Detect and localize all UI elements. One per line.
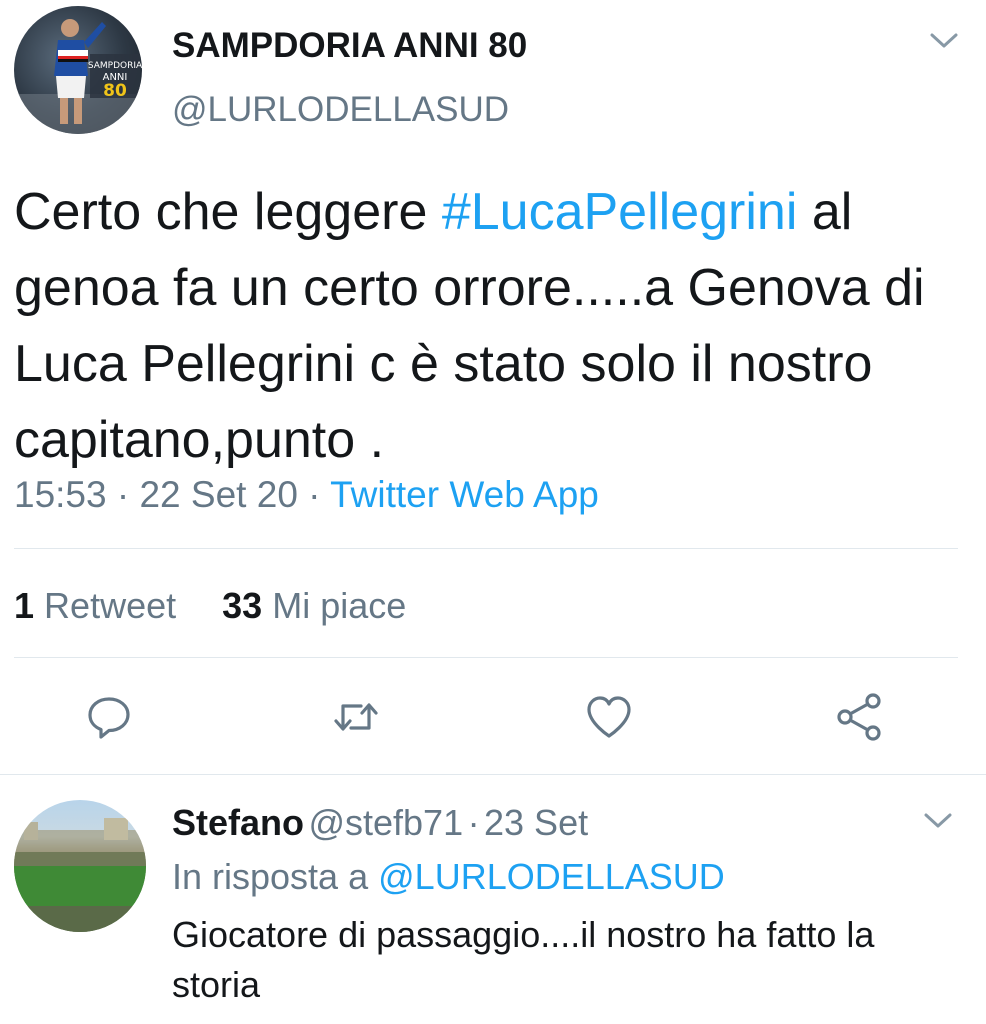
in-reply-to: In risposta a @LURLODELLASUD bbox=[172, 856, 725, 898]
retweet-icon[interactable] bbox=[331, 692, 381, 742]
hashtag-link[interactable]: #LucaPellegrini bbox=[442, 183, 798, 241]
divider bbox=[14, 548, 958, 549]
author-avatar[interactable]: SAMPDORIA ANNI 80 bbox=[14, 6, 142, 134]
chevron-down-icon[interactable] bbox=[928, 30, 960, 57]
likes-label: Mi piace bbox=[272, 585, 407, 626]
reply-icon[interactable] bbox=[84, 692, 134, 742]
author-display-name[interactable]: SAMPDORIA ANNI 80 bbox=[172, 26, 527, 66]
tweet-text: Certo che leggere #LucaPellegrini al gen… bbox=[14, 174, 954, 478]
divider bbox=[14, 657, 958, 658]
svg-text:SAMPDORIA: SAMPDORIA bbox=[88, 61, 142, 71]
in-reply-handle[interactable]: @LURLODELLASUD bbox=[378, 856, 725, 897]
retweets-label: Retweet bbox=[44, 585, 177, 626]
chevron-down-icon[interactable] bbox=[922, 810, 954, 837]
tweet-time: 15:53 bbox=[14, 474, 107, 515]
reply-date[interactable]: 23 Set bbox=[484, 802, 588, 843]
avatar-illustration: SAMPDORIA ANNI 80 bbox=[14, 19, 142, 134]
reply-header: Stefano @stefb71 · 23 Set bbox=[172, 802, 588, 844]
retweets-stat[interactable]: 1 Retweet bbox=[14, 585, 176, 626]
share-icon[interactable] bbox=[834, 692, 884, 742]
retweets-count: 1 bbox=[14, 585, 35, 626]
tweet-text-before: Certo che leggere bbox=[14, 183, 442, 241]
meta-separator: · bbox=[467, 802, 480, 843]
divider bbox=[0, 774, 986, 775]
author-handle[interactable]: @LURLODELLASUD bbox=[172, 90, 509, 130]
tweet-stats: 1 Retweet 33 Mi piace bbox=[14, 585, 406, 627]
svg-text:80: 80 bbox=[103, 81, 127, 101]
tweet-date[interactable]: 22 Set 20 bbox=[139, 474, 297, 515]
reply-author-handle[interactable]: @stefb71 bbox=[308, 802, 463, 843]
reply-author-avatar[interactable] bbox=[14, 800, 146, 932]
meta-separator: · bbox=[308, 474, 321, 515]
reply-author-name[interactable]: Stefano bbox=[172, 802, 304, 843]
heart-icon[interactable] bbox=[584, 692, 634, 742]
reply-text: Giocatore di passaggio....il nostro ha f… bbox=[172, 914, 875, 1005]
tweet-meta: 15:53 · 22 Set 20 · Twitter Web App bbox=[14, 474, 599, 516]
tweet-source[interactable]: Twitter Web App bbox=[330, 474, 599, 515]
meta-separator: · bbox=[116, 474, 130, 515]
in-reply-prefix: In risposta a bbox=[172, 856, 369, 897]
reply-avatar-illustration bbox=[14, 818, 146, 932]
likes-stat[interactable]: 33 Mi piace bbox=[222, 585, 406, 626]
likes-count: 33 bbox=[222, 585, 263, 626]
